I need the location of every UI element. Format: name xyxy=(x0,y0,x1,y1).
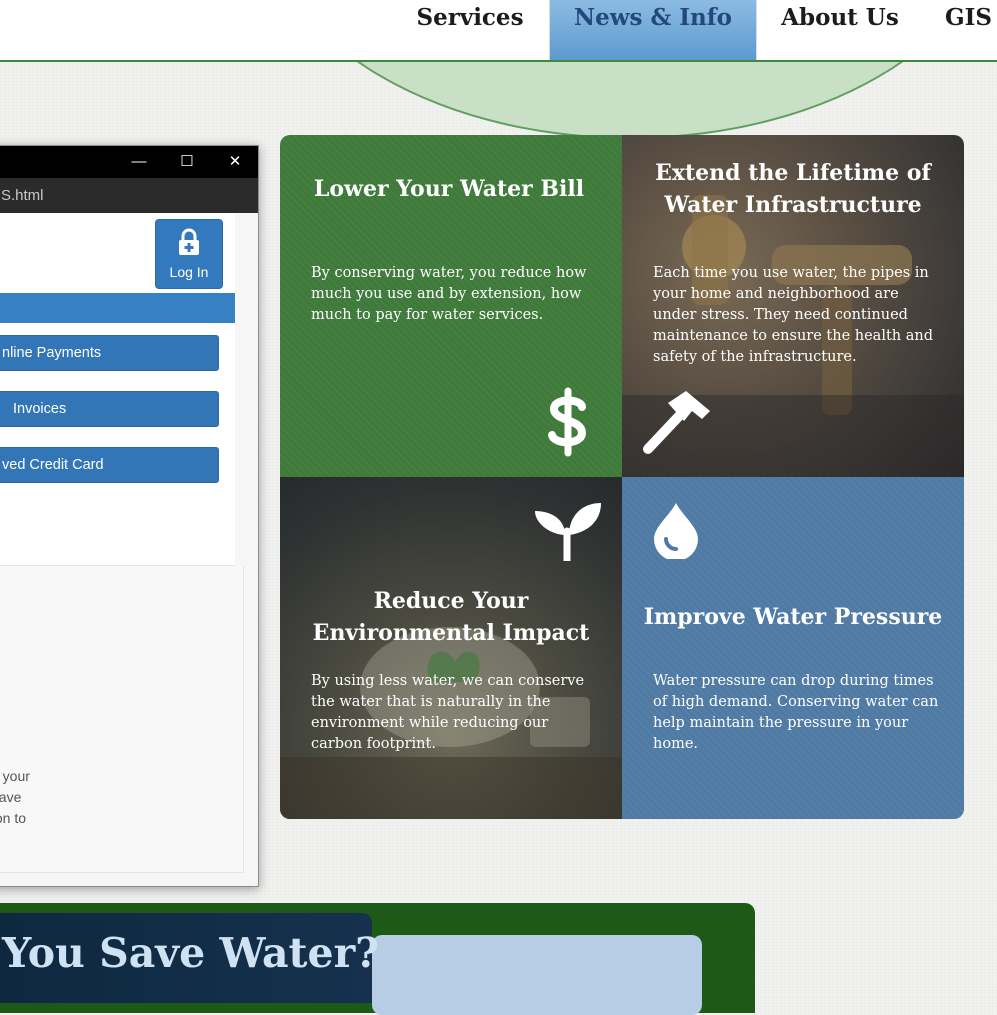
invoices-label: Invoices xyxy=(13,401,67,417)
info-line: o your xyxy=(0,768,30,784)
tile-text: Each time you use water, the pipes in yo… xyxy=(653,265,933,365)
tile-water-pressure[interactable]: Improve Water Pressure Water pressure ca… xyxy=(622,477,964,819)
saved-credit-card-button[interactable]: ved Credit Card xyxy=(0,447,219,483)
info-line: have xyxy=(0,789,22,805)
info-line: ton to xyxy=(0,810,27,826)
online-payments-label: nline Payments xyxy=(2,345,102,361)
url-text: S.html xyxy=(1,187,44,204)
top-nav: Services News & Info About Us GIS xyxy=(0,0,997,62)
login-label: Log In xyxy=(169,264,209,280)
browser-window: — ☐ ✕ S.html Log In nline Payments Invoi… xyxy=(0,145,259,887)
lock-icon xyxy=(179,228,199,255)
sprout-icon xyxy=(535,503,601,561)
tile-text: Water pressure can drop during times of … xyxy=(653,673,939,752)
account-panel: Log In nline Payments Invoices ved Credi… xyxy=(0,213,235,566)
banner-heading: You Save Water? xyxy=(2,929,380,977)
tile-extend-infrastructure[interactable]: Extend the Lifetime of Water Infrastruct… xyxy=(622,135,964,477)
nav-item-news-info[interactable]: News & Info xyxy=(549,0,757,60)
hammer-icon xyxy=(643,391,710,454)
section-light-box xyxy=(372,935,702,1015)
tile-lower-water-bill[interactable]: Lower Your Water Bill By conserving wate… xyxy=(280,135,622,477)
panel-header-bar xyxy=(0,293,235,323)
tile-title: Extend the Lifetime of Water Infrastruct… xyxy=(655,160,931,218)
nav-item-services[interactable]: Services xyxy=(408,0,532,60)
nav-item-gis[interactable]: GIS xyxy=(945,0,997,60)
window-content: Log In nline Payments Invoices ved Credi… xyxy=(0,213,258,886)
tile-text: By conserving water, you reduce how much… xyxy=(311,265,587,323)
tile-title: Reduce Your Environmental Impact xyxy=(312,588,590,646)
info-text: o your have ton to xyxy=(0,766,51,829)
dollar-icon xyxy=(548,387,587,457)
tile-environmental-impact[interactable]: Reduce Your Environmental Impact By usin… xyxy=(280,477,622,819)
water-drop-icon xyxy=(654,503,698,559)
window-titlebar: — ☐ ✕ xyxy=(0,146,258,178)
online-payments-button[interactable]: nline Payments xyxy=(0,335,219,371)
tile-text: By using less water, we can conserve the… xyxy=(311,673,585,752)
login-button[interactable]: Log In xyxy=(155,219,223,289)
saved-credit-card-label: ved Credit Card xyxy=(2,457,104,473)
address-bar[interactable]: S.html xyxy=(0,178,258,213)
tile-title: Lower Your Water Bill xyxy=(313,176,585,202)
minimize-button[interactable]: — xyxy=(116,146,162,178)
maximize-button[interactable]: ☐ xyxy=(164,146,210,178)
nav-item-about-us[interactable]: About Us xyxy=(773,0,907,60)
tile-title: Improve Water Pressure xyxy=(643,604,943,630)
section-banner: You Save Water? xyxy=(0,913,379,1003)
close-button[interactable]: ✕ xyxy=(212,146,258,178)
invoices-button[interactable]: Invoices xyxy=(0,391,219,427)
benefits-grid: Lower Your Water Bill By conserving wate… xyxy=(280,135,964,819)
